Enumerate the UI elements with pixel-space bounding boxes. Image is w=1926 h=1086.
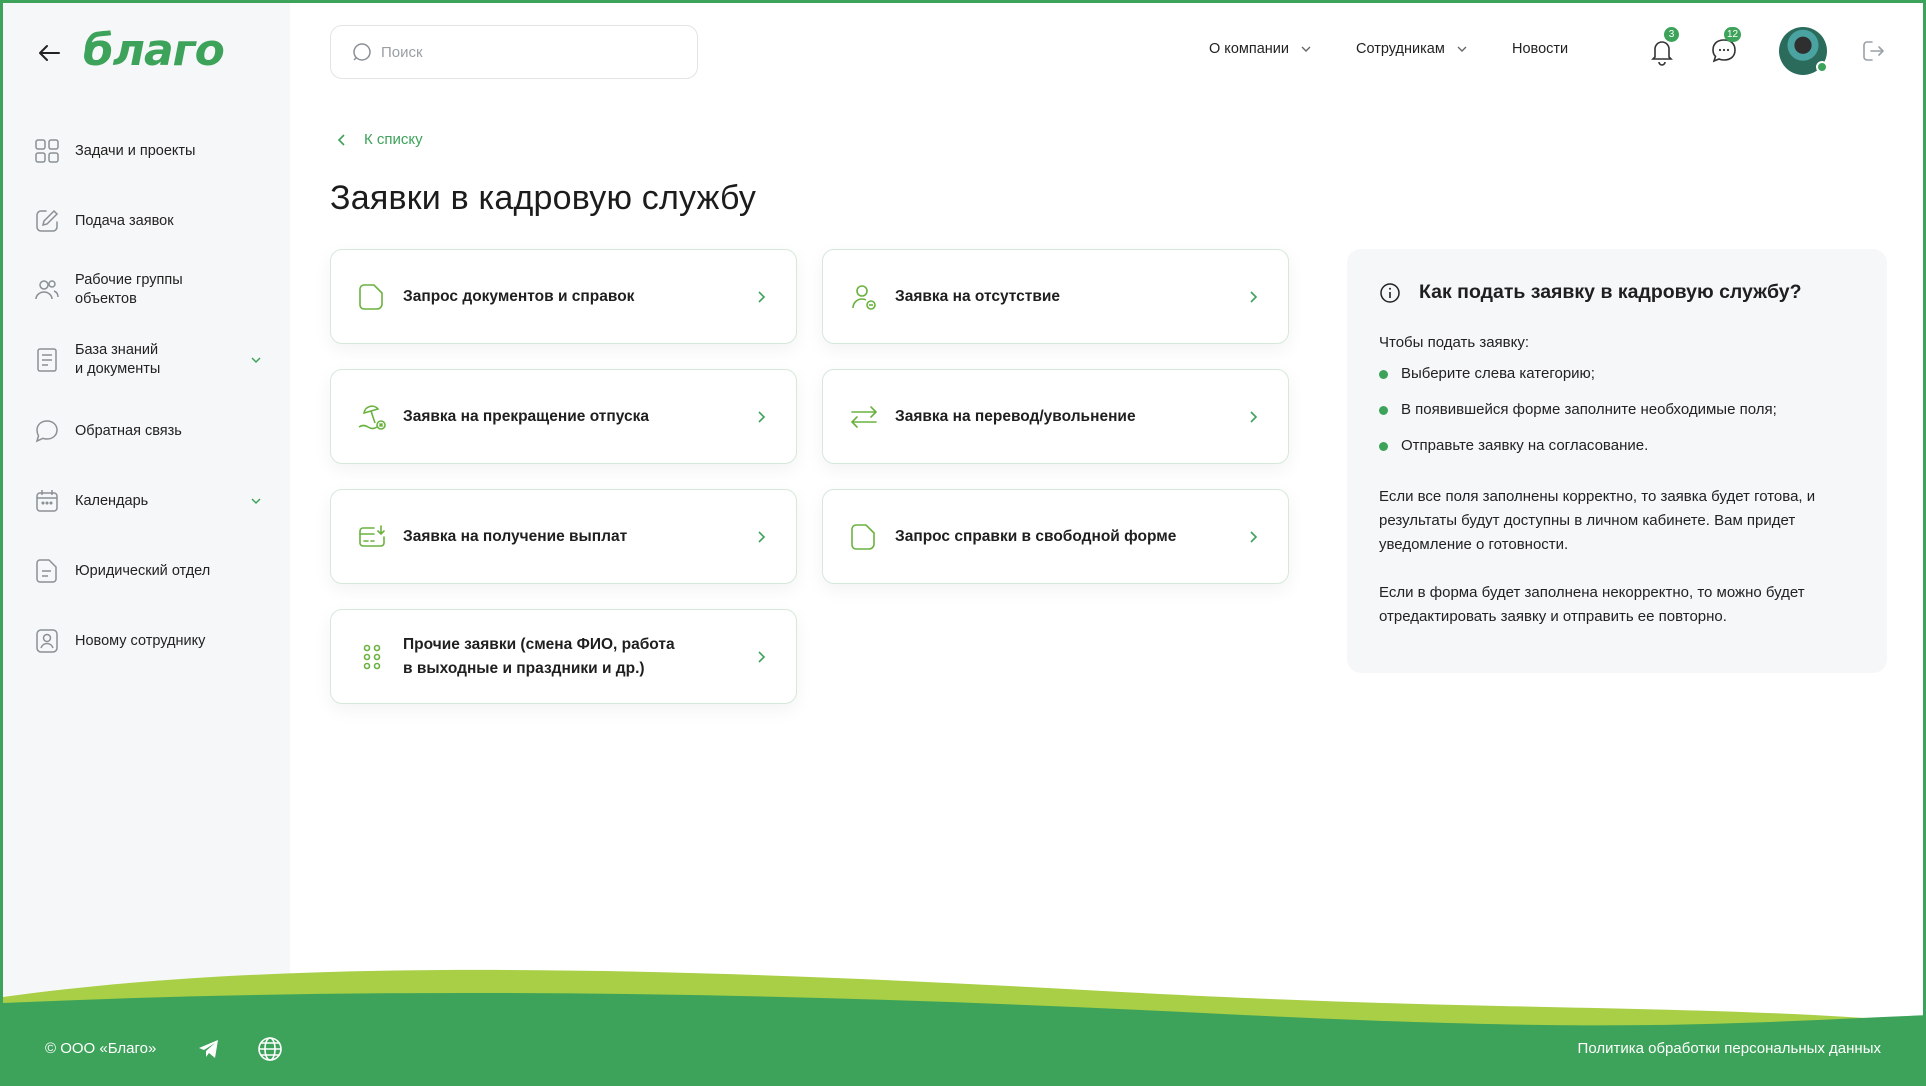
info-intro: Чтобы подать заявку:: [1379, 334, 1530, 351]
messages-badge: 12: [1724, 27, 1742, 42]
logo[interactable]: благо: [83, 25, 225, 76]
sidebar-item-workgroups[interactable]: Рабочие группы объектов: [33, 271, 263, 309]
chevron-right-icon: [758, 290, 766, 303]
chevron-down-icon: [251, 498, 261, 505]
sidebar-item-label: Рабочие группы объектов: [75, 272, 183, 307]
chevron-right-icon: [1250, 530, 1258, 543]
info-panel: Как подать заявку в кадровую службу? Что…: [1347, 249, 1887, 673]
sidebar-item-knowledge[interactable]: База знаний и документы: [33, 341, 263, 379]
chevron-right-icon: [1250, 290, 1258, 303]
sidebar-item-label: Задачи и проекты: [75, 142, 196, 159]
nav-employees[interactable]: Сотрудникам: [1356, 41, 1469, 57]
card-label: Запрос справки в свободной форме: [895, 527, 1177, 545]
card-label: Заявка на отсутствие: [895, 287, 1061, 305]
globe-icon[interactable]: [256, 1035, 284, 1063]
sidebar-item-feedback[interactable]: Обратная связь: [33, 417, 263, 445]
sidebar-item-label: Новому сотруднику: [75, 632, 206, 649]
sidebar-item-tasks[interactable]: Задачи и проекты: [33, 137, 263, 165]
logout-button[interactable]: [1855, 33, 1891, 69]
sidebar-item-calendar[interactable]: Календарь: [33, 487, 263, 515]
grid-icon: [35, 139, 59, 163]
chat-icon: [35, 420, 58, 443]
search-input[interactable]: [381, 43, 681, 61]
back-to-list-link[interactable]: К списку: [336, 131, 423, 148]
notifications-button[interactable]: 3: [1644, 27, 1680, 69]
chevron-right-icon: [758, 650, 766, 663]
nav-label: Новости: [1512, 41, 1569, 57]
transfer-arrows-icon: [850, 405, 878, 428]
document-icon: [359, 283, 383, 310]
chevron-right-icon: [1250, 410, 1258, 423]
info-step: В появившейся форме заполните необходимы…: [1379, 401, 1855, 437]
beach-cancel-icon: [358, 404, 386, 430]
card-payments[interactable]: Заявка на получение выплат: [330, 489, 797, 584]
card-other-requests[interactable]: Прочие заявки (смена ФИО, работа в выход…: [330, 609, 797, 704]
notifications-badge: 3: [1664, 27, 1679, 42]
page-title: Заявки в кадровую службу: [330, 179, 757, 217]
card-label: Прочие заявки (смена ФИО, работа в выход…: [403, 635, 675, 677]
logo-text: благо: [83, 25, 225, 76]
chevron-down-icon: [1457, 46, 1467, 52]
sidebar: благо Задачи и проекты Подача заявок Раб…: [3, 3, 290, 1003]
card-free-form-certificate[interactable]: Запрос справки в свободной форме: [822, 489, 1289, 584]
nav-about-company[interactable]: О компании: [1209, 41, 1313, 57]
chevron-right-icon: [758, 410, 766, 423]
card-label: Запрос документов и справок: [403, 287, 635, 305]
nav-label: Сотрудникам: [1356, 41, 1445, 57]
footer-wave-decoration: [3, 969, 1923, 1086]
info-header: Как подать заявку в кадровую службу?: [1379, 281, 1855, 304]
book-icon: [37, 348, 57, 372]
back-arrow-button[interactable]: [33, 37, 65, 69]
card-transfer-dismissal[interactable]: Заявка на перевод/увольнение: [822, 369, 1289, 464]
card-label: Заявка на прекращение отпуска: [403, 407, 649, 425]
sidebar-item-newcomer[interactable]: Новому сотруднику: [33, 627, 263, 655]
nav-news[interactable]: Новости: [1512, 41, 1568, 57]
info-icon: [1380, 282, 1400, 303]
card-label: Заявка на перевод/увольнение: [895, 407, 1136, 425]
chevron-down-icon: [1301, 46, 1311, 52]
nav-label: О компании: [1209, 41, 1289, 57]
search-box[interactable]: [330, 25, 698, 79]
sidebar-item-label: Подача заявок: [75, 212, 174, 229]
card-absence[interactable]: Заявка на отсутствие: [822, 249, 1289, 344]
online-status-dot: [1816, 61, 1828, 73]
sidebar-item-label: Календарь: [75, 492, 149, 509]
payment-icon: [359, 524, 385, 547]
document-icon: [36, 559, 57, 583]
telegram-icon[interactable]: [196, 1036, 222, 1062]
sidebar-item-requests[interactable]: Подача заявок: [33, 207, 263, 235]
card-label: Заявка на получение выплат: [403, 527, 628, 545]
info-paragraph: Если все поля заполнены корректно, то за…: [1379, 488, 1816, 553]
info-step: Выберите слева категорию;: [1379, 365, 1855, 401]
arrow-left-icon: [39, 45, 60, 61]
dots-grid-icon: [363, 644, 381, 669]
chevron-down-icon: [251, 357, 261, 364]
back-link-label: К списку: [364, 131, 423, 148]
app-window: благо Задачи и проекты Подача заявок Раб…: [0, 0, 1926, 1086]
edit-icon: [36, 209, 59, 232]
sidebar-item-label: База знаний и документы: [75, 342, 161, 377]
privacy-policy-link[interactable]: Политика обработки персональных данных: [1578, 1040, 1881, 1057]
chevron-right-icon: [758, 530, 766, 543]
chevron-left-icon: [337, 133, 345, 146]
info-paragraph: Если в форма будет заполнена некорректно…: [1379, 584, 1805, 625]
info-steps-list: Выберите слева категорию; В появившейся …: [1379, 365, 1855, 473]
info-title: Как подать заявку в кадровую службу?: [1419, 281, 1802, 303]
info-step: Отправьте заявку на согласование.: [1379, 437, 1855, 473]
copyright: © ООО «Благо»: [45, 1040, 157, 1057]
sidebar-item-legal[interactable]: Юридический отдел: [33, 557, 263, 585]
calendar-icon: [36, 490, 58, 512]
sidebar-item-label: Обратная связь: [75, 422, 182, 439]
card-documents-request[interactable]: Запрос документов и справок: [330, 249, 797, 344]
users-icon: [35, 280, 59, 300]
logout-icon: [1863, 41, 1885, 61]
user-minus-icon: [852, 284, 876, 310]
avatar[interactable]: [1779, 27, 1828, 75]
document-icon: [851, 523, 875, 550]
user-badge-icon: [36, 629, 58, 653]
search-icon: [353, 43, 371, 61]
messages-button[interactable]: 12: [1706, 27, 1742, 69]
card-vacation-termination[interactable]: Заявка на прекращение отпуска: [330, 369, 797, 464]
sidebar-item-label: Юридический отдел: [75, 562, 211, 579]
